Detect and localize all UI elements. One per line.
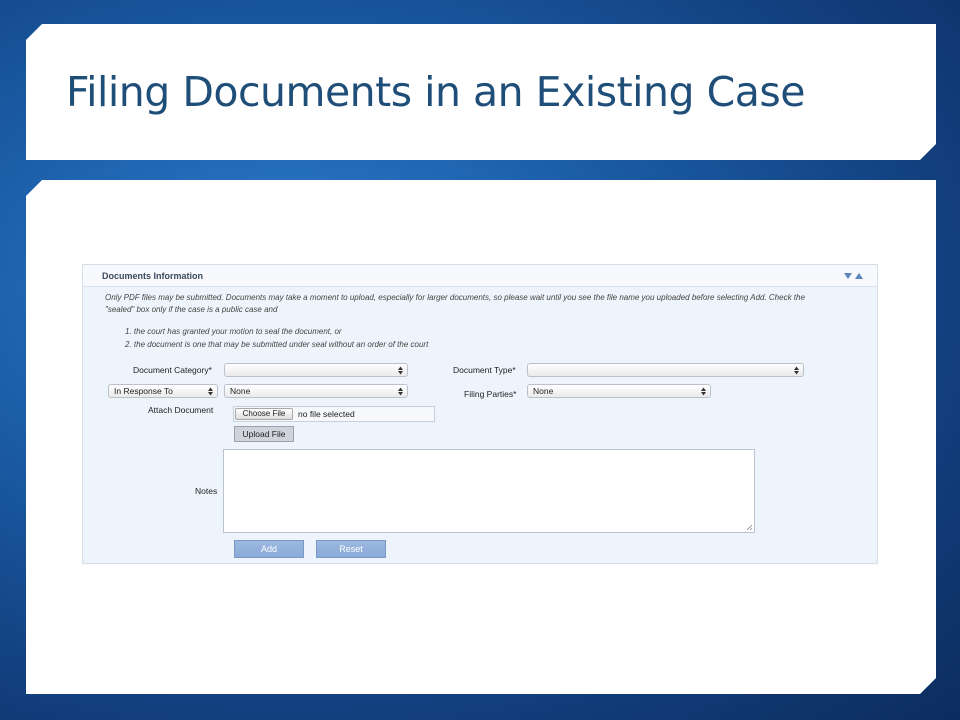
reset-button[interactable]: Reset — [316, 540, 386, 558]
choose-file-button[interactable]: Choose File — [235, 408, 293, 420]
filing-parties-select[interactable]: None — [527, 384, 711, 398]
documents-information-form: Documents Information Only PDF files may… — [82, 264, 878, 564]
notes-label: Notes — [195, 486, 218, 496]
document-type-select[interactable] — [527, 363, 804, 377]
attach-document-label: Attach Document — [148, 405, 214, 415]
select-arrows-icon — [398, 387, 403, 396]
file-status: no file selected — [298, 409, 355, 419]
document-category-label: Document Category* — [133, 365, 212, 375]
select-arrows-icon — [794, 366, 799, 375]
select-arrows-icon — [208, 387, 213, 396]
filing-parties-value: None — [533, 386, 554, 396]
resize-handle-icon[interactable] — [746, 524, 753, 531]
document-type-label: Document Type* — [453, 365, 516, 375]
relation-type-value: In Response To — [114, 386, 173, 396]
add-button[interactable]: Add — [234, 540, 304, 558]
instruction-line-2: "sealed" box only if the case is a publi… — [105, 305, 278, 314]
notes-textarea[interactable] — [223, 449, 755, 533]
section-header: Documents Information — [83, 265, 877, 287]
slide-title: Filing Documents in an Existing Case — [66, 68, 805, 116]
instruction-item-1: 1. the court has granted your motion to … — [125, 327, 342, 336]
select-arrows-icon — [398, 366, 403, 375]
collapse-expand-arrows-icon[interactable] — [843, 271, 865, 281]
relation-type-select[interactable]: In Response To — [108, 384, 218, 398]
upload-file-button[interactable]: Upload File — [234, 426, 294, 442]
filing-parties-label: Filing Parties* — [464, 389, 517, 399]
instruction-item-2: 2. the document is one that may be submi… — [125, 340, 429, 349]
section-title: Documents Information — [102, 271, 204, 281]
document-category-select[interactable] — [224, 363, 408, 377]
relation-target-value: None — [230, 386, 251, 396]
relation-target-select[interactable]: None — [224, 384, 408, 398]
instruction-line-1: Only PDF files may be submitted. Documen… — [105, 293, 805, 302]
select-arrows-icon — [701, 387, 706, 396]
